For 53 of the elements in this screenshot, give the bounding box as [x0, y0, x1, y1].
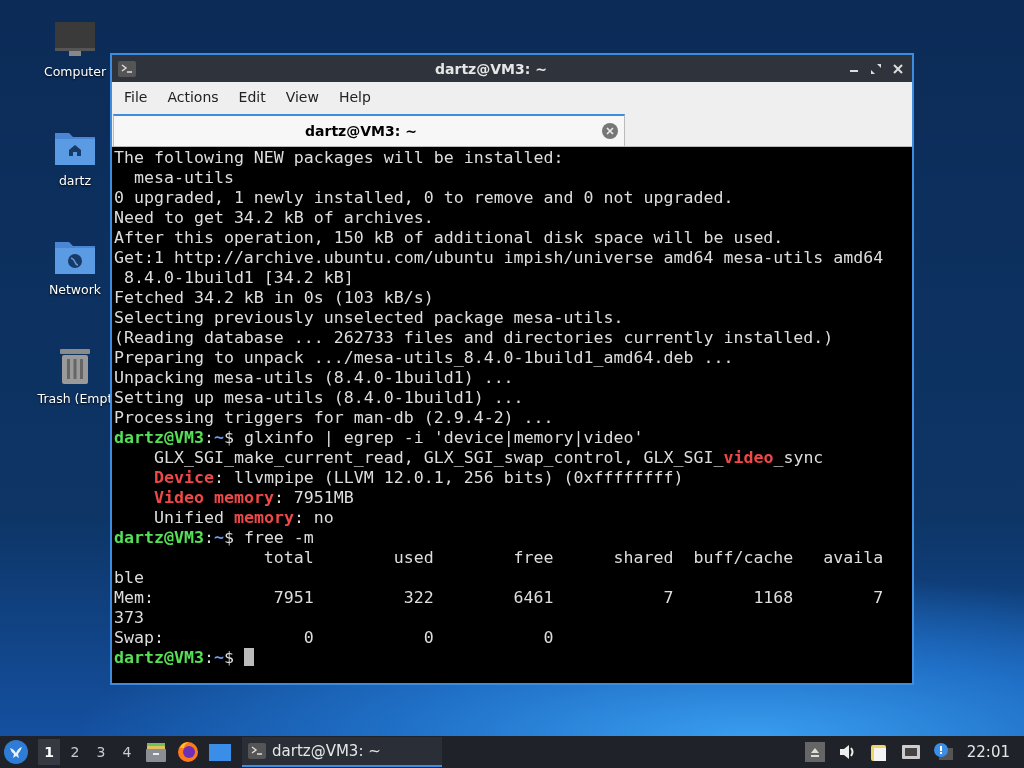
bird-logo-icon[interactable] — [4, 740, 28, 764]
workspace-button[interactable]: 3 — [90, 739, 112, 765]
terminal-icon — [118, 60, 136, 77]
menu-item[interactable]: View — [277, 85, 327, 109]
terminal-line: 8.4.0-1build1 [34.2 kB] — [123, 268, 355, 288]
terminal-tab[interactable]: dartz@VM3: ~ — [113, 114, 625, 146]
terminal-line: Get:1 http://archive.ubuntu.com/ubuntu impish/universe amd64 mesa-utils amd64 — [114, 248, 885, 268]
terminal-line: (Reading database ... 262733 files and directories currently installed.) — [114, 328, 835, 348]
menu-item[interactable]: File — [116, 85, 156, 109]
terminal-line: ble — [114, 568, 145, 588]
terminal-line: Setting up mesa-utils (8.4.0-1build1) ... — [114, 388, 525, 408]
clipboard-icon[interactable] — [868, 742, 889, 762]
file-cabinet-icon[interactable] — [144, 740, 168, 764]
terminal-line: Device: llvmpipe (LLVM 12.0.1, 256 bits) (0xffffffff) — [153, 468, 685, 488]
terminal-line: The following NEW packages will be installed: — [114, 148, 565, 168]
terminal-line: Unpacking mesa-utils (8.4.0-1build1) ... — [114, 368, 515, 388]
terminal-line: Mem: 7951 322 6461 7 1168 7 — [114, 588, 885, 608]
terminal-line: Selecting previously unselected package mesa-utils. — [114, 308, 625, 328]
terminal-line: dartz@VM3:~$ glxinfo | egrep -i 'device|memory|video' — [114, 428, 645, 448]
window-title: dartz@VM3: ~ — [434, 60, 548, 77]
browser-icon[interactable] — [176, 740, 200, 764]
clock: 22:01 — [966, 743, 1010, 761]
terminal-line: 373 — [114, 608, 145, 628]
taskbar-task[interactable]: dartz@VM3: ~ — [242, 737, 442, 767]
terminal-icon — [248, 743, 266, 759]
menu-item[interactable]: Edit — [230, 85, 274, 109]
terminal-line: total used free shared buff/cache availa — [262, 548, 885, 568]
terminal-line: 0 upgraded, 1 newly installed, 0 to remove and 0 not upgraded. — [114, 188, 735, 208]
desktop-icon-label[interactable]: Network — [48, 282, 102, 297]
terminal-line: Fetched 34.2 kB in 0s (103 kB/s) — [114, 288, 435, 308]
terminal-line: Need to get 34.2 kB of archives. — [114, 208, 435, 228]
terminal-line: Video memory: 7951MB — [153, 488, 355, 508]
terminal-line: Unified memory: no — [153, 508, 335, 528]
workspace-button[interactable]: 4 — [116, 739, 138, 765]
terminal-line: Preparing to unpack .../mesa-utils_8.4.0-1build1_amd64.deb ... — [114, 348, 735, 368]
workspace-button[interactable]: 2 — [64, 739, 86, 765]
desktop-icon-label[interactable]: Computer — [43, 64, 107, 79]
notification-icon[interactable] — [932, 742, 953, 762]
menu-item[interactable]: Actions — [159, 85, 227, 109]
terminal-line: GLX_SGI_make_current_read, GLX_SGI_swap_control, GLX_SGI_video_sync — [153, 448, 825, 468]
desktop-icon-label[interactable]: dartz — [58, 173, 92, 188]
terminal-line: Swap: 0 0 0 — [114, 628, 555, 648]
menu-item[interactable]: Help — [330, 85, 379, 109]
eject-icon[interactable] — [804, 742, 825, 762]
workspace-button[interactable]: 1 — [38, 739, 60, 765]
terminal-line: Processing triggers for man-db (2.9.4-2) ... — [114, 408, 555, 428]
terminal-line: After this operation, 150 kB of additional disk space will be used. — [114, 228, 785, 248]
desktop-icon-label[interactable]: Trash (Empt — [37, 391, 113, 406]
terminal-line: dartz@VM3:~$ free -m — [114, 528, 315, 548]
terminal-line: dartz@VM3:~$ — [114, 648, 910, 668]
close-icon[interactable] — [602, 123, 618, 139]
monitor-icon — [53, 20, 97, 58]
terminal-line: mesa-utils — [132, 168, 235, 188]
